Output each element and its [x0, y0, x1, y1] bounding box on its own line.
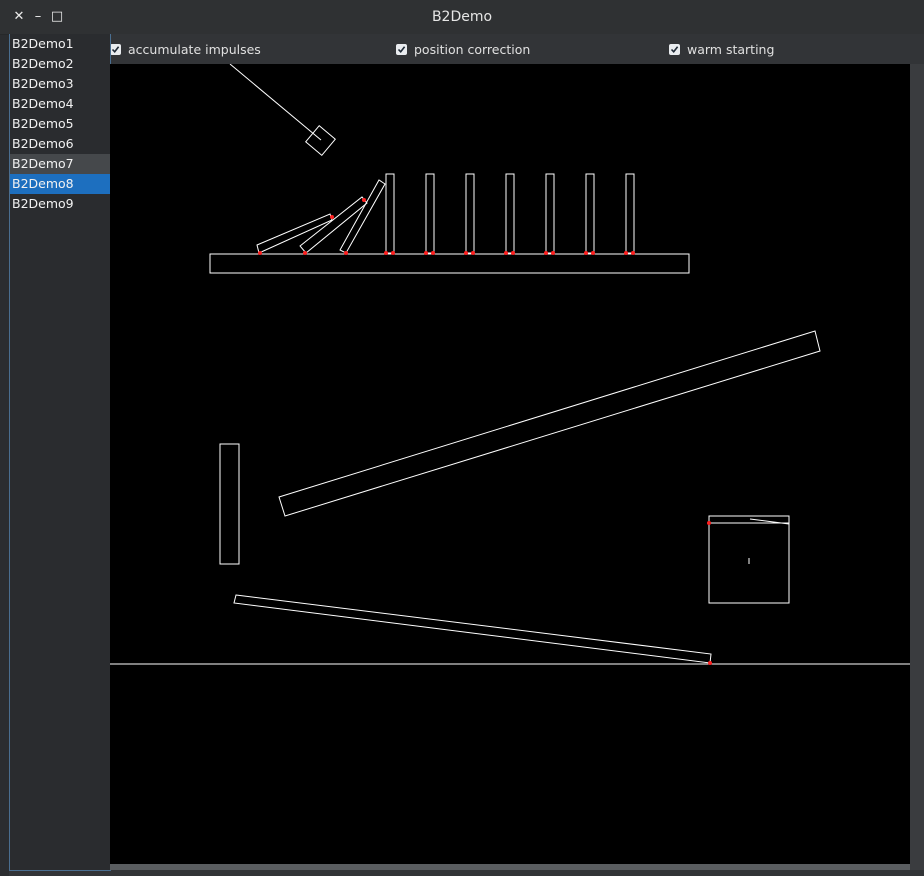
- checkbox-label: position correction: [414, 41, 531, 57]
- list-item[interactable]: B2Demo5: [10, 114, 110, 134]
- domino: [385, 173, 395, 254]
- domino: [545, 173, 555, 254]
- pendulum-box: [305, 125, 336, 156]
- title-bar[interactable]: ✕ – □ B2Demo: [0, 0, 924, 35]
- list-item[interactable]: B2Demo6: [10, 134, 110, 154]
- domino: [585, 173, 595, 254]
- vertical-post: [219, 443, 240, 565]
- list-item-selected[interactable]: B2Demo8: [10, 174, 110, 194]
- domino: [256, 213, 333, 254]
- inclined-plank: [278, 330, 821, 517]
- physics-scene: [110, 63, 910, 665]
- demo-list[interactable]: B2Demo1 B2Demo2 B2Demo3 B2Demo4 B2Demo5 …: [9, 34, 111, 871]
- app-window: ✕ – □ B2Demo accumulate impulses positio…: [0, 0, 924, 876]
- checkbox-checked-icon[interactable]: [110, 43, 121, 55]
- contact-points: [258, 198, 712, 665]
- window-title: B2Demo: [431, 9, 493, 25]
- position-correction-checkbox[interactable]: position correction: [396, 41, 530, 57]
- domino: [625, 173, 635, 254]
- domino: [505, 173, 515, 254]
- window-left-edge: [0, 34, 9, 876]
- options-toolbar: accumulate impulses position correction …: [110, 34, 924, 64]
- simulation-canvas[interactable]: [110, 63, 910, 864]
- list-item[interactable]: B2Demo2: [10, 54, 110, 74]
- list-item[interactable]: B2Demo3: [10, 74, 110, 94]
- domino: [465, 173, 475, 254]
- lower-plank: [233, 594, 712, 664]
- list-item[interactable]: B2Demo1: [10, 34, 110, 54]
- domino: [425, 173, 435, 254]
- warm-starting-checkbox[interactable]: warm starting: [669, 41, 774, 57]
- checkbox-label: warm starting: [687, 41, 775, 57]
- checkbox-checked-icon[interactable]: [669, 43, 680, 55]
- pendulum-rope: [229, 63, 322, 141]
- list-item-hovered[interactable]: B2Demo7: [10, 154, 110, 174]
- accumulate-impulses-checkbox[interactable]: accumulate impulses: [110, 41, 261, 57]
- domino: [299, 196, 368, 254]
- domino-platform: [209, 253, 690, 274]
- list-item[interactable]: B2Demo4: [10, 94, 110, 114]
- window-right-edge: [910, 64, 924, 870]
- checkbox-checked-icon[interactable]: [396, 43, 407, 55]
- domino: [339, 179, 386, 254]
- canvas-bottom-border: [110, 864, 910, 870]
- checkbox-label: accumulate impulses: [128, 41, 261, 57]
- list-item[interactable]: B2Demo9: [10, 194, 110, 214]
